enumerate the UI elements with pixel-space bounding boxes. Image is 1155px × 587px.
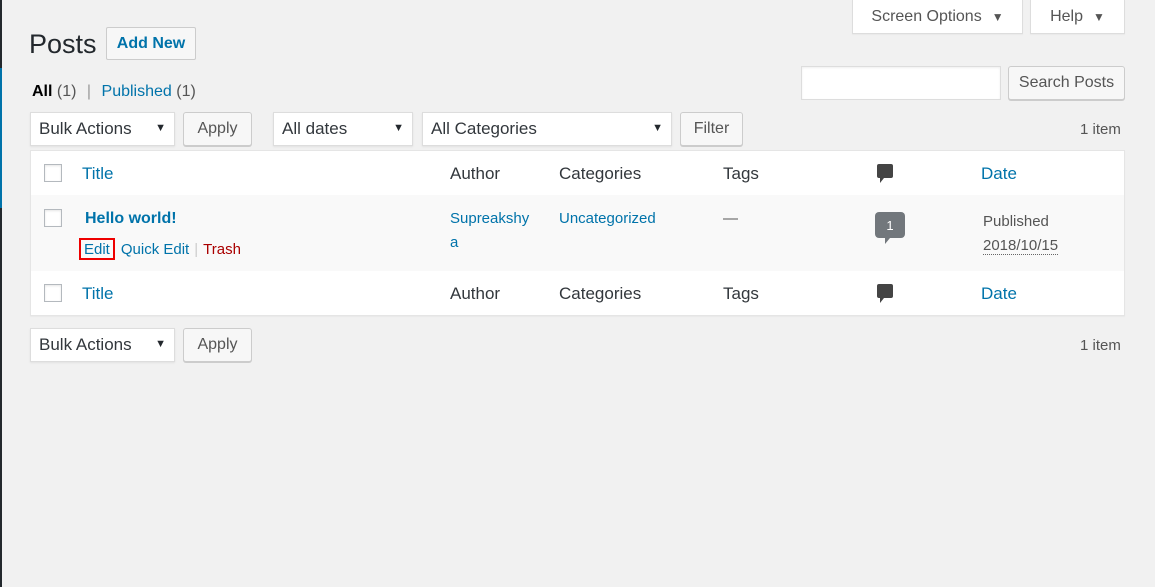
- post-status: Published: [983, 213, 1049, 230]
- bulk-actions-select-top[interactable]: Bulk Actions ▼: [30, 112, 175, 146]
- apply-button-top[interactable]: Apply: [183, 112, 252, 146]
- caret-down-icon: ▼: [1093, 9, 1105, 24]
- apply-button-bottom[interactable]: Apply: [183, 328, 252, 362]
- comment-bubble-icon[interactable]: [877, 164, 893, 183]
- table-row: Hello world! Edit Quick Edit | Trash Sup…: [31, 195, 1124, 272]
- category-link[interactable]: Uncategorized: [559, 210, 656, 227]
- comment-count-bubble[interactable]: 1: [875, 212, 905, 244]
- column-date-sort[interactable]: Date: [981, 164, 1017, 184]
- post-title-link[interactable]: Hello world!: [85, 210, 177, 228]
- view-all-count: (1): [56, 83, 77, 100]
- view-all-link[interactable]: All: [32, 83, 52, 100]
- bulk-actions-value: Bulk Actions: [39, 335, 132, 354]
- admin-sidebar-edge: [0, 0, 2, 587]
- dates-filter-select[interactable]: All dates ▼: [273, 112, 413, 146]
- sidebar-active-indicator: [0, 68, 2, 208]
- caret-down-icon: ▼: [155, 122, 166, 134]
- search-input[interactable]: [801, 66, 1001, 100]
- quick-edit-link[interactable]: Quick Edit: [121, 241, 189, 258]
- select-all-checkbox[interactable]: [44, 164, 62, 182]
- help-button[interactable]: Help ▼: [1030, 0, 1125, 34]
- trash-link[interactable]: Trash: [203, 241, 241, 258]
- column-title-sort[interactable]: Title: [82, 164, 114, 184]
- row-actions: Edit Quick Edit | Trash: [79, 238, 241, 260]
- row-checkbox[interactable]: [44, 209, 62, 227]
- view-separator: |: [86, 83, 92, 100]
- add-new-button[interactable]: Add New: [106, 27, 196, 60]
- dates-filter-value: All dates: [282, 119, 348, 138]
- view-published-link[interactable]: Published: [102, 83, 172, 100]
- comment-count: 1: [886, 217, 894, 233]
- select-all-checkbox-footer[interactable]: [44, 284, 62, 302]
- category-filter-value: All Categories: [431, 119, 537, 138]
- table-footer-row: Title Author Categories Tags Date: [31, 271, 1124, 315]
- view-published-count: (1): [176, 83, 196, 100]
- action-separator: |: [194, 240, 199, 258]
- bulk-actions-select-bottom[interactable]: Bulk Actions ▼: [30, 328, 175, 362]
- post-date: 2018/10/15: [983, 237, 1059, 255]
- category-filter-select[interactable]: All Categories ▼: [422, 112, 672, 146]
- column-categories-footer: Categories: [559, 284, 642, 303]
- help-label: Help: [1050, 7, 1083, 25]
- table-header-row: Title Author Categories Tags Date: [31, 151, 1124, 196]
- caret-down-icon: ▼: [155, 338, 166, 350]
- bulk-actions-value: Bulk Actions: [39, 119, 132, 138]
- item-count-bottom: 1 item: [1080, 337, 1121, 354]
- page-title: Posts: [29, 29, 97, 59]
- tags-value: —: [723, 210, 738, 227]
- column-date-sort-footer[interactable]: Date: [981, 284, 1017, 304]
- search-posts-button[interactable]: Search Posts: [1008, 66, 1125, 100]
- screen-options-label: Screen Options: [871, 7, 982, 25]
- posts-table: Title Author Categories Tags Date Hello …: [30, 150, 1125, 316]
- author-link-line2[interactable]: a: [450, 234, 458, 251]
- filter-button[interactable]: Filter: [680, 112, 743, 146]
- author-link-line1[interactable]: Supreakshy: [450, 210, 529, 227]
- column-categories: Categories: [559, 164, 642, 183]
- item-count-top: 1 item: [1080, 121, 1121, 138]
- date-cell: Published 2018/10/15: [983, 210, 1059, 258]
- caret-down-icon: ▼: [652, 122, 663, 134]
- edit-link[interactable]: Edit: [79, 238, 115, 260]
- post-status-views: All (1) | Published (1): [32, 83, 196, 101]
- caret-down-icon: ▼: [991, 9, 1004, 24]
- column-title-sort-footer[interactable]: Title: [82, 284, 114, 304]
- column-tags-footer: Tags: [723, 284, 759, 303]
- column-author: Author: [450, 164, 501, 183]
- column-tags: Tags: [723, 164, 759, 183]
- screen-options-button[interactable]: Screen Options ▼: [852, 0, 1023, 34]
- caret-down-icon: ▼: [393, 122, 404, 134]
- comment-bubble-icon[interactable]: [877, 284, 893, 303]
- column-author-footer: Author: [450, 284, 501, 303]
